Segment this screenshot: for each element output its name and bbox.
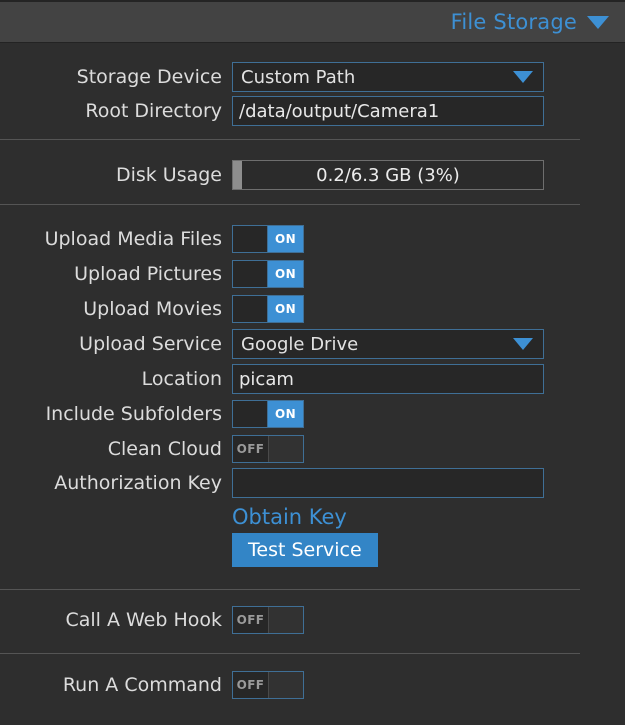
toggle-knob bbox=[233, 226, 268, 252]
row-upload-pictures: Upload Pictures ON bbox=[0, 257, 625, 291]
divider-1 bbox=[0, 139, 580, 140]
run-a-command-toggle[interactable]: OFF bbox=[232, 671, 304, 699]
run-a-command-state: OFF bbox=[233, 672, 269, 698]
toggle-knob bbox=[233, 401, 268, 427]
include-subfolders-state: ON bbox=[274, 407, 297, 421]
run-a-command-label: Run A Command bbox=[62, 674, 222, 696]
upload-service-select[interactable]: Google Drive bbox=[232, 329, 544, 359]
divider-3 bbox=[0, 589, 580, 590]
disk-usage-progress-bar: 0.2/6.3 GB (3%) bbox=[232, 160, 544, 190]
row-upload-service: Upload Service Google Drive bbox=[0, 327, 625, 361]
include-subfolders-label: Include Subfolders bbox=[45, 403, 222, 425]
authorization-key-input[interactable] bbox=[232, 468, 544, 498]
row-test-service: Test Service bbox=[0, 533, 625, 567]
upload-pictures-toggle[interactable]: ON bbox=[232, 260, 304, 288]
obtain-key-link[interactable]: Obtain Key bbox=[232, 505, 347, 529]
upload-media-files-toggle[interactable]: ON bbox=[232, 225, 304, 253]
chevron-down-icon[interactable] bbox=[513, 338, 533, 350]
row-upload-media-files: Upload Media Files ON bbox=[0, 222, 625, 256]
clean-cloud-label: Clean Cloud bbox=[107, 438, 222, 460]
include-subfolders-toggle[interactable]: ON bbox=[232, 400, 304, 428]
row-storage-device: Storage Device Custom Path bbox=[0, 60, 625, 94]
upload-service-label: Upload Service bbox=[79, 333, 222, 355]
upload-pictures-label: Upload Pictures bbox=[74, 263, 222, 285]
row-include-subfolders: Include Subfolders ON bbox=[0, 397, 625, 431]
divider-2 bbox=[0, 204, 580, 205]
location-input[interactable] bbox=[232, 364, 544, 394]
upload-media-files-label: Upload Media Files bbox=[44, 228, 222, 250]
toggle-knob bbox=[233, 261, 268, 287]
row-disk-usage: Disk Usage 0.2/6.3 GB (3%) bbox=[0, 158, 625, 192]
toggle-knob bbox=[233, 296, 268, 322]
toggle-knob bbox=[269, 672, 303, 698]
toggle-knob bbox=[269, 607, 303, 633]
panel-header[interactable]: File Storage bbox=[0, 0, 625, 43]
row-location: Location bbox=[0, 362, 625, 396]
call-a-web-hook-state: OFF bbox=[233, 607, 269, 633]
clean-cloud-toggle[interactable]: OFF bbox=[232, 435, 304, 463]
row-run-a-command: Run A Command OFF bbox=[0, 668, 625, 702]
chevron-down-icon[interactable] bbox=[513, 71, 533, 83]
page-title: File Storage bbox=[450, 10, 577, 34]
row-obtain-key: Obtain Key bbox=[0, 500, 625, 534]
row-call-a-web-hook: Call A Web Hook OFF bbox=[0, 603, 625, 637]
test-service-button[interactable]: Test Service bbox=[232, 533, 378, 567]
authorization-key-label: Authorization Key bbox=[54, 472, 222, 494]
toggle-knob bbox=[269, 436, 303, 462]
storage-device-label: Storage Device bbox=[76, 66, 222, 88]
root-directory-input[interactable] bbox=[232, 96, 544, 126]
storage-device-value: Custom Path bbox=[241, 66, 356, 88]
caret-down-icon[interactable] bbox=[587, 15, 609, 29]
upload-pictures-state: ON bbox=[274, 267, 297, 281]
storage-device-select[interactable]: Custom Path bbox=[232, 62, 544, 92]
upload-service-value: Google Drive bbox=[241, 333, 359, 355]
call-a-web-hook-toggle[interactable]: OFF bbox=[232, 606, 304, 634]
disk-usage-text: 0.2/6.3 GB (3%) bbox=[316, 164, 460, 186]
row-upload-movies: Upload Movies ON bbox=[0, 292, 625, 326]
disk-usage-label: Disk Usage bbox=[115, 164, 222, 186]
upload-movies-state: ON bbox=[274, 302, 297, 316]
row-root-directory: Root Directory bbox=[0, 94, 625, 128]
call-a-web-hook-label: Call A Web Hook bbox=[65, 609, 222, 631]
clean-cloud-state: OFF bbox=[233, 436, 269, 462]
root-directory-label: Root Directory bbox=[85, 100, 222, 122]
upload-movies-label: Upload Movies bbox=[83, 298, 222, 320]
row-clean-cloud: Clean Cloud OFF bbox=[0, 432, 625, 466]
divider-4 bbox=[0, 653, 580, 654]
row-authorization-key: Authorization Key bbox=[0, 466, 625, 500]
file-storage-panel: File Storage Storage Device Custom Path … bbox=[0, 0, 625, 725]
upload-media-files-state: ON bbox=[274, 232, 297, 246]
upload-movies-toggle[interactable]: ON bbox=[232, 295, 304, 323]
location-label: Location bbox=[141, 368, 222, 390]
